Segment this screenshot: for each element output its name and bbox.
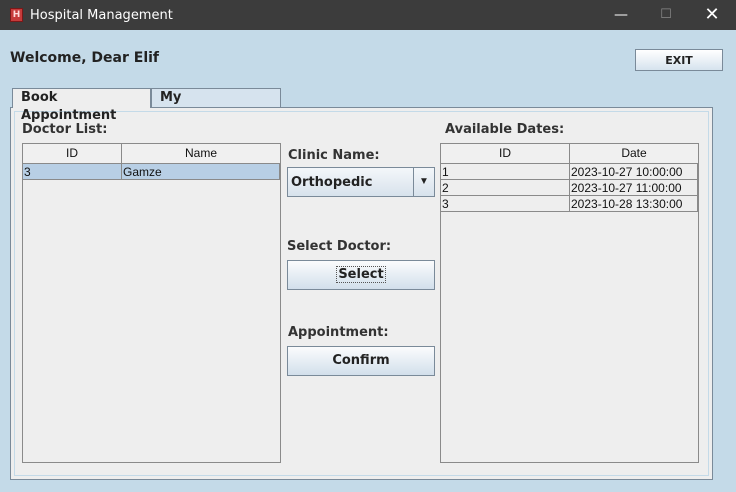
exit-button[interactable]: EXIT	[635, 49, 723, 71]
chevron-down-icon[interactable]: ▼	[413, 168, 434, 196]
doctor-table-header: ID Name	[23, 144, 280, 164]
minimize-button[interactable]: —	[598, 0, 644, 30]
table-row[interactable]: 3 2023-10-28 13:30:00	[441, 196, 698, 212]
app-icon: H	[10, 8, 23, 22]
window-title: Hospital Management	[30, 8, 173, 23]
clinic-select[interactable]: Orthopedic ▼	[287, 167, 435, 197]
column-header-date[interactable]: Date	[570, 144, 698, 163]
column-header-name[interactable]: Name	[122, 144, 280, 163]
select-button-label: Select	[336, 266, 386, 283]
maximize-button[interactable]: ☐	[643, 0, 689, 30]
table-row[interactable]: 2 2023-10-27 11:00:00	[441, 180, 698, 196]
date-value-cell: 2023-10-28 13:30:00	[570, 196, 698, 212]
tab-my-appointments[interactable]: My Appointments	[151, 88, 281, 123]
available-dates-label: Available Dates:	[445, 122, 565, 137]
welcome-label: Welcome, Dear Elif	[10, 50, 160, 66]
table-row[interactable]: 3 Gamze	[23, 164, 280, 180]
clinic-select-value: Orthopedic	[291, 175, 373, 190]
appointment-label: Appointment:	[288, 325, 389, 340]
column-header-id[interactable]: ID	[23, 144, 122, 163]
date-id-cell: 1	[441, 164, 570, 180]
select-doctor-label: Select Doctor:	[287, 239, 392, 254]
table-row[interactable]: 1 2023-10-27 10:00:00	[441, 164, 698, 180]
date-value-cell: 2023-10-27 10:00:00	[570, 164, 698, 180]
close-button[interactable]: ✕	[689, 0, 735, 30]
doctor-id-cell: 3	[23, 164, 122, 180]
confirm-button[interactable]: Confirm	[287, 346, 435, 376]
date-id-cell: 3	[441, 196, 570, 212]
select-doctor-button[interactable]: Select	[287, 260, 435, 290]
clinic-name-label: Clinic Name:	[288, 148, 380, 163]
doctor-name-cell: Gamze	[122, 164, 280, 180]
dates-table[interactable]: ID Date 1 2023-10-27 10:00:00 2 2023-10-…	[440, 143, 699, 463]
column-header-id[interactable]: ID	[441, 144, 570, 163]
doctor-table[interactable]: ID Name 3 Gamze	[22, 143, 281, 463]
dates-table-header: ID Date	[441, 144, 698, 164]
tab-book-appointment[interactable]: Book Appointment	[12, 88, 151, 123]
title-bar: H Hospital Management — ☐ ✕	[0, 0, 736, 30]
date-id-cell: 2	[441, 180, 570, 196]
date-value-cell: 2023-10-27 11:00:00	[570, 180, 698, 196]
